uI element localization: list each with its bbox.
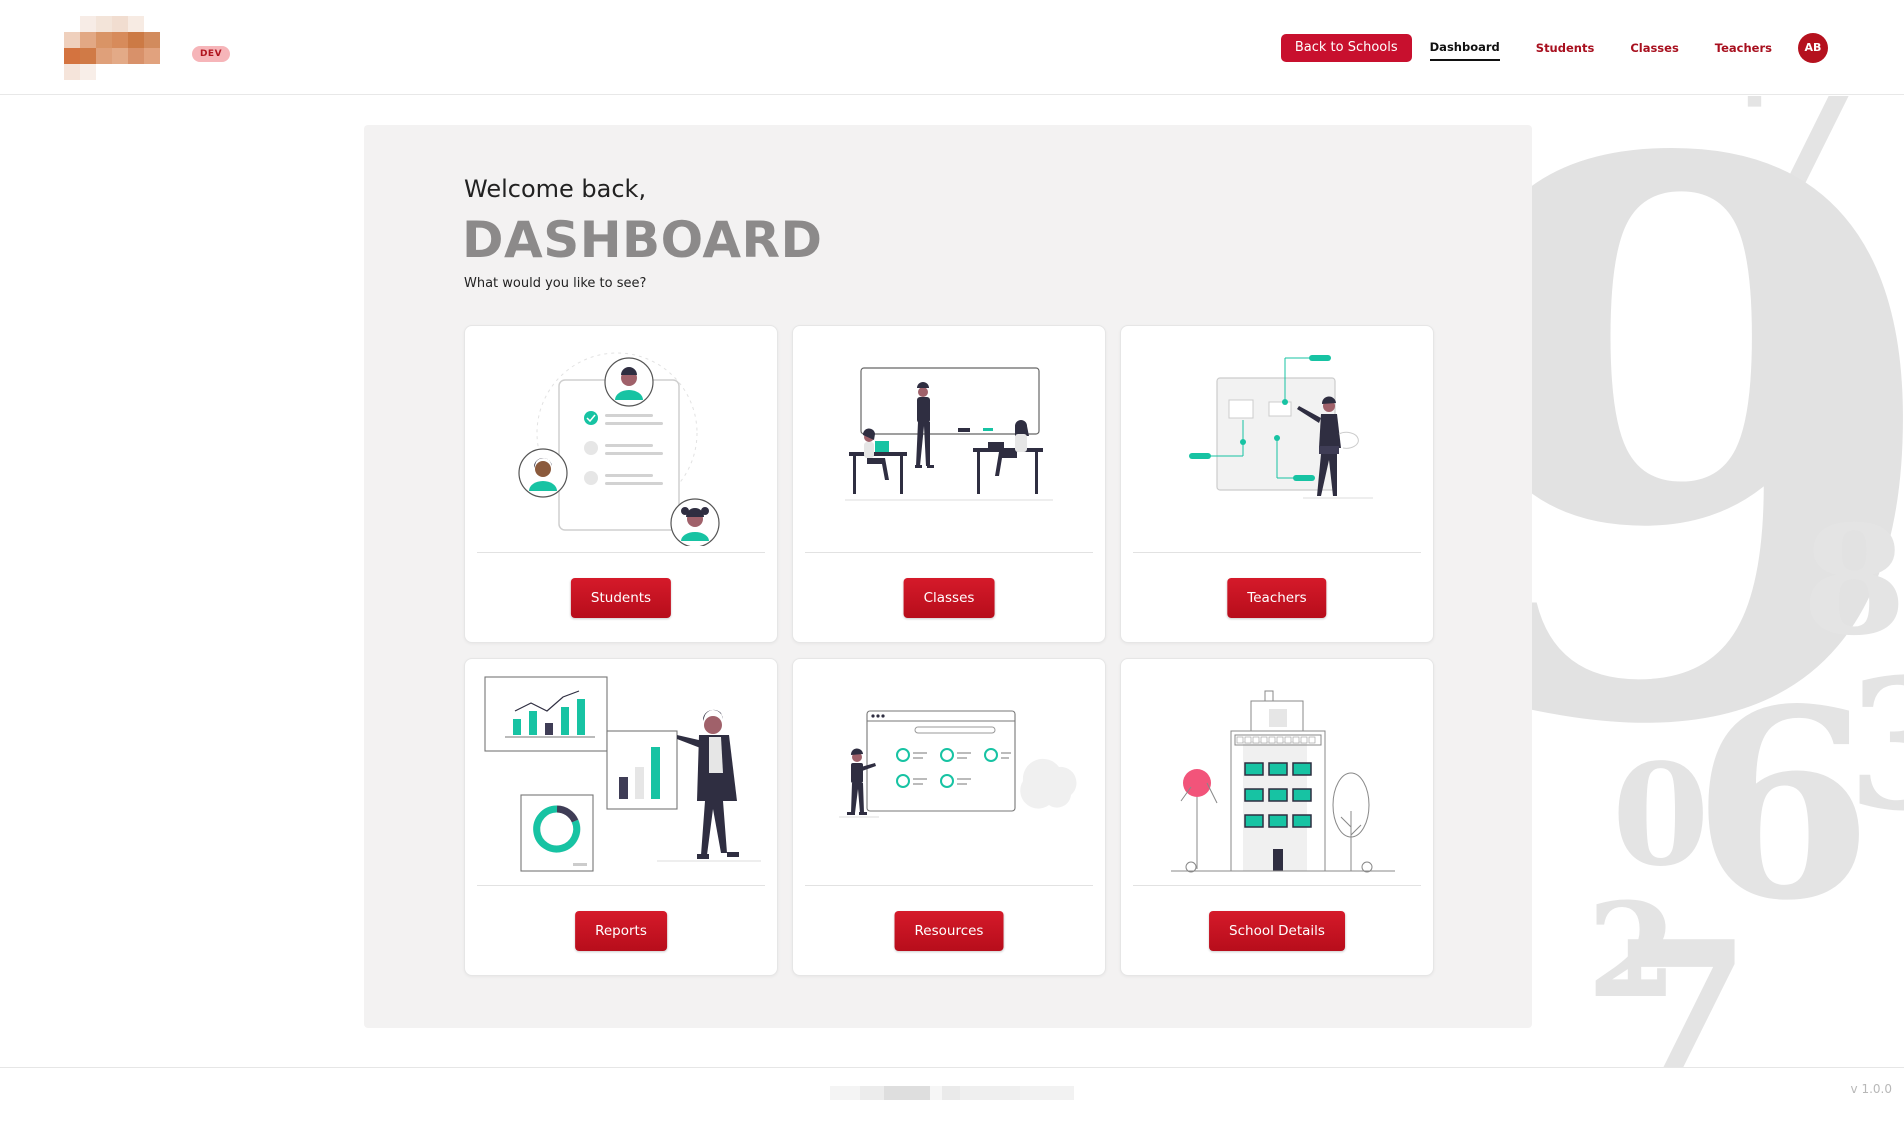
school-details-card[interactable]: School Details: [1120, 658, 1434, 976]
bg-numeral: 8: [1802, 493, 1904, 669]
teachers-card[interactable]: Teachers: [1120, 325, 1434, 643]
resources-illustration: [839, 710, 1077, 818]
students-card[interactable]: Students: [464, 325, 778, 643]
welcome-message: Welcome back,: [464, 175, 647, 203]
environment-badge: DEV: [192, 46, 230, 62]
resources-button[interactable]: Resources: [894, 911, 1004, 951]
school-building-illustration: [1171, 690, 1395, 873]
reports-card[interactable]: Reports: [464, 658, 778, 976]
students-illustration: [518, 352, 720, 546]
footer: v 1.0.0: [0, 1067, 1904, 1131]
students-button[interactable]: Students: [570, 578, 672, 618]
teacher-illustration: [1189, 355, 1373, 499]
nav-students[interactable]: Students: [1536, 37, 1595, 60]
page-title: DASHBOARD: [462, 211, 823, 269]
bg-numeral: 6: [1692, 653, 1873, 958]
card-divider: [805, 552, 1093, 553]
page-subtitle: What would you like to see?: [464, 276, 647, 291]
reports-button[interactable]: Reports: [575, 911, 667, 951]
user-avatar[interactable]: AB: [1798, 33, 1828, 63]
classroom-illustration: [845, 367, 1053, 501]
bg-numeral: 7: [1612, 898, 1752, 1069]
dashboard-panel: Welcome back, DASHBOARD What would you l…: [364, 125, 1532, 1028]
footer-copyright-redacted: [830, 1086, 1074, 1100]
main-nav: Back to Schools Dashboard Students Class…: [1280, 33, 1828, 63]
card-divider: [1133, 885, 1421, 886]
resources-card[interactable]: Resources: [792, 658, 1106, 976]
card-divider: [477, 552, 765, 553]
card-divider: [1133, 552, 1421, 553]
teachers-button[interactable]: Teachers: [1227, 578, 1327, 618]
school-details-button[interactable]: School Details: [1209, 911, 1345, 951]
card-divider: [477, 885, 765, 886]
nav-teachers[interactable]: Teachers: [1715, 37, 1772, 60]
school-logo[interactable]: [64, 16, 176, 80]
top-navigation-bar: DEV Back to Schools Dashboard Students C…: [0, 0, 1904, 95]
classes-card[interactable]: Classes: [792, 325, 1106, 643]
nav-classes[interactable]: Classes: [1630, 37, 1678, 60]
classes-button[interactable]: Classes: [903, 578, 995, 618]
app-version: v 1.0.0: [1850, 1082, 1892, 1096]
back-to-schools-button[interactable]: Back to Schools: [1280, 34, 1412, 62]
card-divider: [805, 885, 1093, 886]
bg-numeral: 3: [1847, 656, 1904, 836]
nav-dashboard[interactable]: Dashboard: [1429, 36, 1500, 61]
reports-illustration: [484, 676, 761, 872]
